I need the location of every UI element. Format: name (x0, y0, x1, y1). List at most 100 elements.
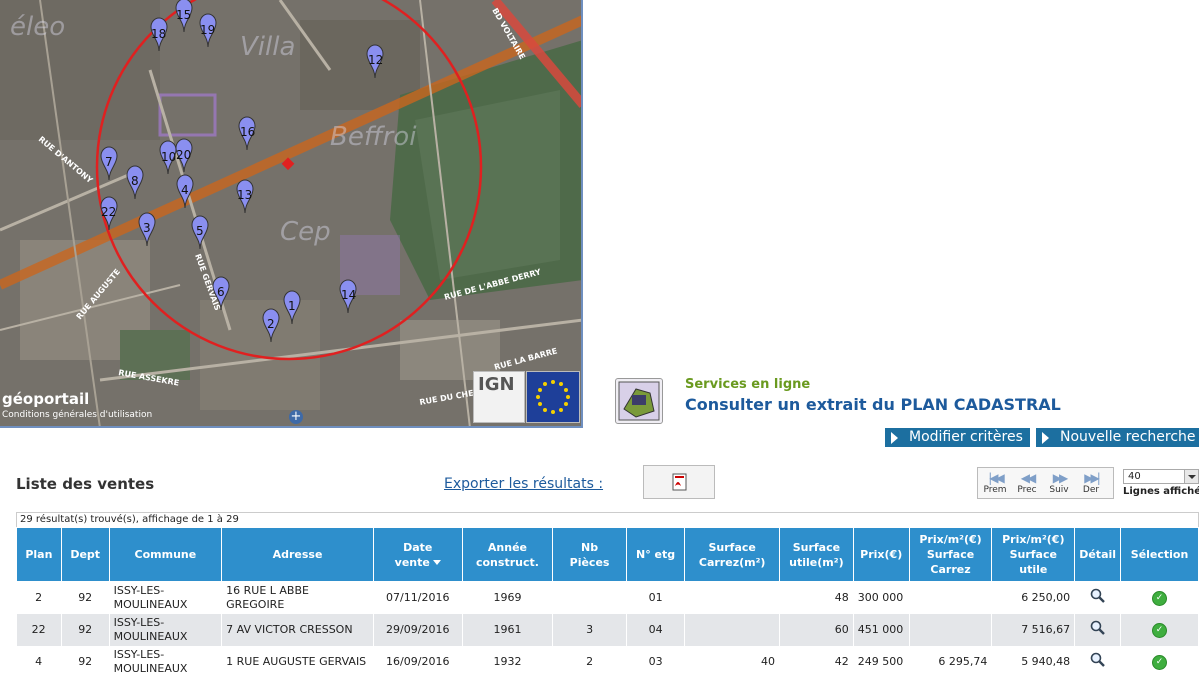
first-page-label: Prem (983, 485, 1007, 495)
cell-selection: ✓ (1120, 646, 1199, 678)
export-pdf-button[interactable] (643, 465, 715, 499)
cell-etage: 01 (626, 581, 686, 614)
new-search-label: Nouvelle recherche (1060, 429, 1196, 445)
table-row: 4 92 ISSY-LES- MOULINEAUX 1 RUE AUGUSTE G… (16, 646, 1199, 678)
col-header-detail: Détail (1074, 527, 1122, 582)
cell-carrez: 40 (684, 646, 780, 678)
cell-pm2-carrez (909, 614, 993, 646)
cell-prix: 249 500 (853, 646, 910, 678)
cadastre-link[interactable]: Consulter un extrait du PLAN CADASTRAL (685, 395, 1061, 414)
map-canvas[interactable]: éleo Beffroi Villa Cep BD VOLTAIRE RUE D… (0, 0, 583, 428)
cell-pm2-utile: 6 250,00 (991, 581, 1076, 614)
map-text: éleo (10, 12, 65, 42)
cell-pm2-utile: 7 516,67 (991, 614, 1076, 646)
svg-text:5: 5 (196, 224, 204, 238)
eu-flag-logo (526, 371, 580, 423)
cell-annee: 1932 (462, 646, 554, 678)
col-header-pieces[interactable]: Nb Pièces (552, 527, 627, 582)
cell-selection: ✓ (1120, 614, 1199, 646)
svg-text:22: 22 (101, 205, 116, 219)
prev-page-icon: ◀◀ (1020, 471, 1036, 485)
col-header-utile[interactable]: Surface utile(m²) (779, 527, 854, 582)
magnifier-icon[interactable] (1090, 652, 1106, 668)
col-header-plan[interactable]: Plan (16, 527, 62, 582)
cell-adresse: 1 RUE AUGUSTE GERVAIS (221, 646, 374, 678)
table-row: 2 92 ISSY-LES- MOULINEAUX 16 RUE L ABBE G… (16, 581, 1199, 614)
last-page-button[interactable]: ▶▶| Der (1076, 471, 1106, 495)
next-page-button[interactable]: ▶▶ Suiv (1044, 471, 1074, 495)
table-header-row: Plan Dept Commune Adresse Date vente Anné… (16, 527, 1199, 582)
col-header-prix[interactable]: Prix(€) (852, 527, 910, 582)
cell-annee: 1969 (462, 581, 554, 614)
cell-pm2-carrez: 6 295,74 (909, 646, 993, 678)
cell-date: 07/11/2016 (373, 581, 463, 614)
cell-etage: 04 (626, 614, 686, 646)
cell-annee: 1961 (462, 614, 554, 646)
arrow-right-icon (1042, 432, 1049, 444)
cell-pieces: 2 (552, 646, 627, 678)
svg-text:6: 6 (217, 285, 225, 299)
magnifier-icon[interactable] (1090, 620, 1106, 636)
col-header-etage[interactable]: N° etg (625, 527, 686, 582)
map-text: Villa (240, 32, 295, 62)
col-header-pm2-carrez[interactable]: Prix/m²(€) Surface Carrez (908, 527, 993, 582)
map-text: Cep (280, 217, 331, 247)
first-page-button[interactable]: |◀◀ Prem (980, 471, 1010, 495)
list-title: Liste des ventes (16, 475, 155, 493)
lines-per-page-value: 40 (1128, 471, 1141, 482)
cell-dept: 92 (61, 581, 110, 614)
cell-pm2-utile: 5 940,48 (991, 646, 1076, 678)
services-label: Services en ligne (685, 377, 811, 392)
lines-per-page-select[interactable]: 40 (1123, 469, 1199, 484)
svg-text:8: 8 (131, 174, 139, 188)
prev-page-button[interactable]: ◀◀ Prec (1012, 471, 1042, 495)
new-search-button[interactable]: Nouvelle recherche (1036, 428, 1199, 447)
first-page-icon: |◀◀ (988, 471, 1005, 485)
svg-text:13: 13 (237, 188, 252, 202)
cell-detail (1074, 614, 1122, 646)
col-header-pm2-utile[interactable]: Prix/m²(€) Surface utile (991, 527, 1076, 582)
cell-plan: 4 (16, 646, 62, 678)
cadastre-map-icon[interactable] (615, 378, 663, 424)
cell-plan: 22 (16, 614, 62, 646)
col-header-annee[interactable]: Année construct. (461, 527, 554, 582)
result-count: 29 résultat(s) trouvé(s), affichage de 1… (16, 512, 1199, 527)
cell-pieces (552, 581, 627, 614)
cell-carrez (684, 614, 780, 646)
sales-table: Plan Dept Commune Adresse Date vente Anné… (16, 527, 1199, 678)
svg-text:4: 4 (181, 183, 189, 197)
last-page-label: Der (1082, 485, 1100, 495)
export-link[interactable]: Exporter les résultats : (444, 476, 603, 492)
cell-commune: ISSY-LES- MOULINEAUX (109, 581, 223, 614)
modify-criteria-button[interactable]: Modifier critères (885, 428, 1030, 447)
svg-text:18: 18 (151, 27, 166, 41)
svg-text:3: 3 (143, 221, 151, 235)
cell-date: 29/09/2016 (373, 614, 463, 646)
col-header-adresse[interactable]: Adresse (221, 527, 374, 582)
cell-date: 16/09/2016 (373, 646, 463, 678)
zoom-in-button[interactable]: + (289, 410, 303, 424)
cell-dept: 92 (61, 646, 110, 678)
magnifier-icon[interactable] (1090, 588, 1106, 604)
cell-detail (1074, 581, 1122, 614)
cadastre-map[interactable]: éleo Beffroi Villa Cep BD VOLTAIRE RUE D… (0, 0, 583, 428)
svg-text:16: 16 (240, 125, 255, 139)
select-check-icon[interactable]: ✓ (1152, 591, 1168, 606)
col-header-date-vente[interactable]: Date vente (372, 527, 463, 582)
cell-commune: ISSY-LES- MOULINEAUX (109, 614, 223, 646)
col-header-dept[interactable]: Dept (60, 527, 110, 582)
chevron-down-icon[interactable] (1184, 470, 1198, 483)
select-check-icon[interactable]: ✓ (1152, 655, 1168, 670)
svg-text:20: 20 (176, 148, 191, 162)
svg-text:15: 15 (176, 8, 191, 22)
cell-utile: 42 (779, 646, 854, 678)
col-header-carrez[interactable]: Surface Carrez(m²) (684, 527, 780, 582)
map-text: Beffroi (330, 122, 417, 152)
select-check-icon[interactable]: ✓ (1152, 623, 1168, 638)
col-header-commune[interactable]: Commune (108, 527, 223, 582)
cell-dept: 92 (61, 614, 110, 646)
terms-link[interactable]: Conditions générales d'utilisation (2, 410, 152, 420)
svg-text:7: 7 (105, 155, 113, 169)
svg-text:1: 1 (288, 299, 296, 313)
table-row: 22 92 ISSY-LES- MOULINEAUX 7 AV VICTOR CR… (16, 614, 1199, 646)
